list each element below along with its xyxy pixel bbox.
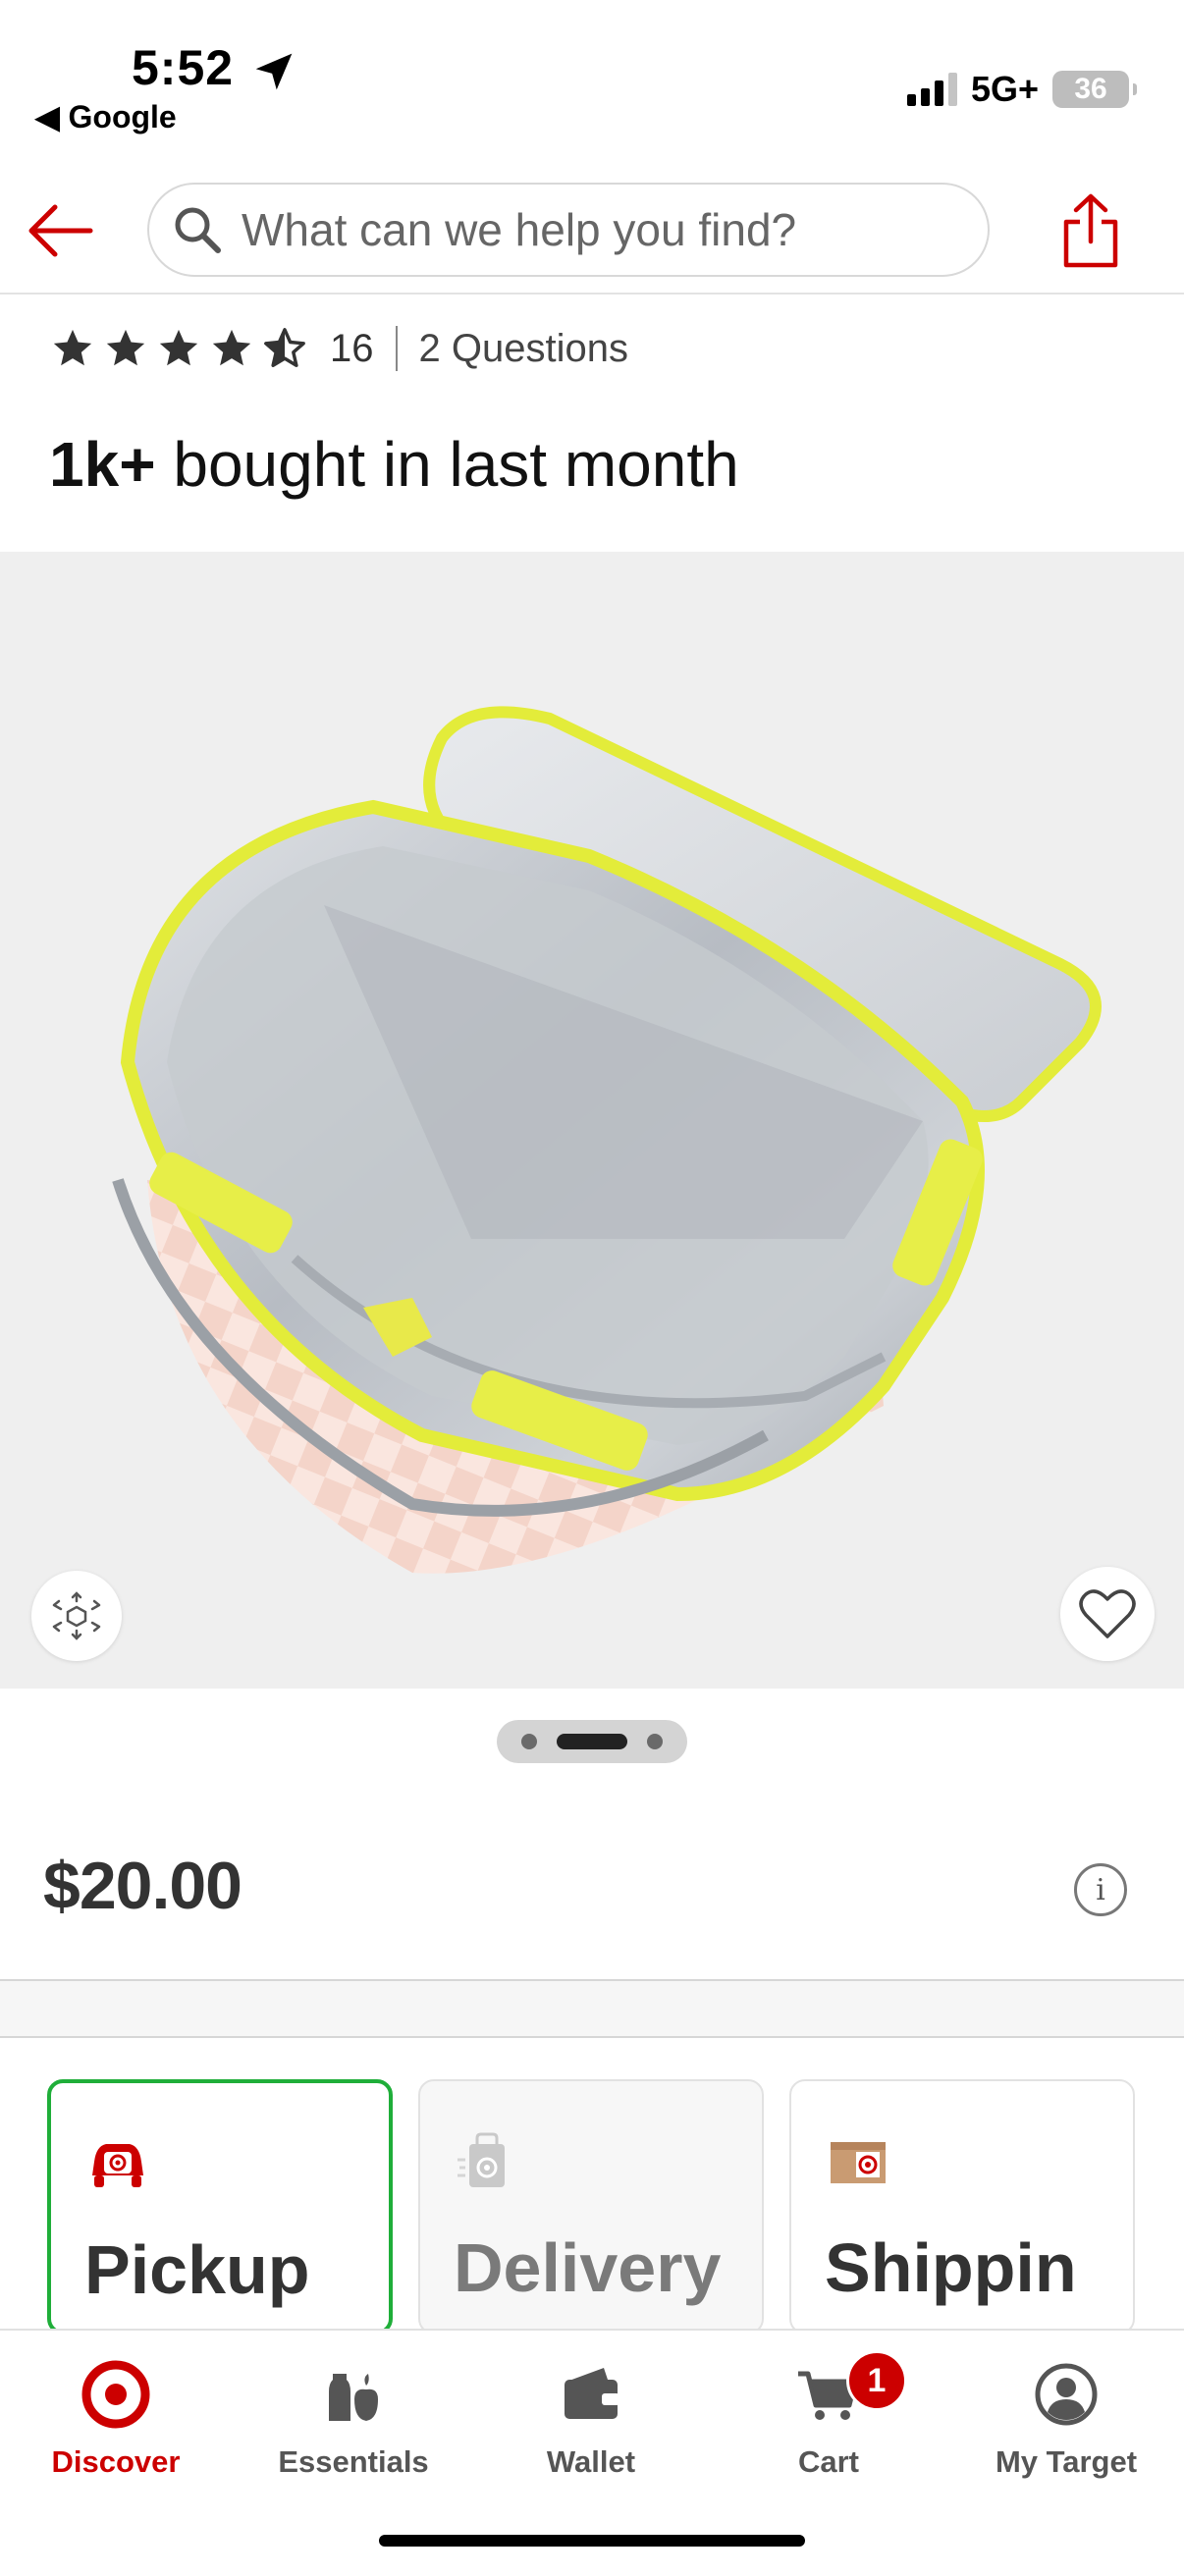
fulfillment-pickup-label: Pickup	[84, 2231, 310, 2308]
heart-icon	[1079, 1589, 1136, 1638]
cart-count-badge: 1	[846, 2350, 907, 2411]
target-logo-icon	[81, 2360, 150, 2429]
fulfillment-delivery-card[interactable]: Delivery	[418, 2079, 764, 2334]
tab-wallet[interactable]: Wallet	[483, 2360, 699, 2480]
share-icon	[1063, 193, 1118, 268]
tab-cart[interactable]: 1 Cart	[721, 2350, 937, 2480]
bought-count: 1k+	[49, 429, 156, 500]
cooler-basket-image	[112, 706, 1102, 1574]
star-full-icon	[106, 329, 145, 366]
star-full-icon	[159, 329, 198, 366]
pickup-car-icon	[92, 2144, 143, 2187]
rating-separator	[395, 326, 398, 371]
fulfillment-delivery-label: Delivery	[454, 2229, 722, 2306]
price-info-button[interactable]: i	[1074, 1863, 1127, 1916]
shipping-box-icon	[831, 2142, 886, 2183]
fulfillment-shipping-card[interactable]: Shippin	[789, 2079, 1135, 2334]
product-image[interactable]	[0, 552, 1184, 1689]
rating-row[interactable]: 16 2 Questions	[49, 326, 628, 371]
tab-discover-label: Discover	[51, 2444, 181, 2479]
carousel-dot-active[interactable]	[557, 1734, 627, 1749]
info-icon: i	[1096, 1872, 1105, 1907]
search-input[interactable]: What can we help you find?	[147, 183, 990, 277]
arrow-left-icon	[28, 204, 93, 257]
bought-last-month: 1k+ bought in last month	[49, 428, 739, 501]
tab-my-target[interactable]: My Target	[958, 2360, 1174, 2480]
star-half-icon	[264, 328, 305, 367]
header-divider	[0, 293, 1184, 295]
tab-discover[interactable]: Discover	[8, 2360, 224, 2480]
cell-signal-icon	[906, 73, 957, 106]
star-full-icon	[53, 329, 92, 366]
essentials-icon	[329, 2374, 378, 2421]
wallet-icon	[565, 2368, 619, 2419]
questions-link[interactable]: 2 Questions	[419, 327, 628, 371]
section-divider	[0, 1979, 1184, 2038]
bought-text: bought in last month	[155, 429, 739, 500]
search-icon	[175, 207, 221, 253]
tab-wallet-label: Wallet	[546, 2444, 636, 2479]
network-label: 5G+	[970, 69, 1039, 109]
battery-icon: 36	[1052, 71, 1137, 108]
fulfillment-shipping-label: Shippin	[825, 2229, 1077, 2306]
rating-count: 16	[330, 326, 374, 370]
search-placeholder: What can we help you find?	[242, 204, 797, 255]
status-time-text: 5:52	[132, 40, 235, 95]
status-indicators: 5G+ 36	[906, 69, 1137, 110]
home-indicator[interactable]	[379, 2535, 805, 2547]
delivery-bag-icon	[457, 2132, 505, 2187]
battery-level: 36	[1074, 73, 1107, 105]
tab-cart-label: Cart	[797, 2444, 859, 2479]
back-arrow-button[interactable]	[22, 196, 100, 265]
status-time: 5:52	[132, 39, 296, 96]
product-price: $20.00	[43, 1849, 242, 1923]
fulfillment-pickup-card[interactable]: Pickup	[47, 2079, 393, 2334]
3d-view-icon	[52, 1591, 101, 1640]
tab-essentials-label: Essentials	[278, 2444, 429, 2479]
star-rating	[49, 326, 308, 371]
carousel-dot[interactable]	[521, 1734, 537, 1749]
back-to-google[interactable]: ◀ Google	[35, 98, 177, 135]
tab-my-target-label: My Target	[995, 2444, 1138, 2479]
ar-view-button[interactable]	[31, 1571, 122, 1661]
tab-essentials[interactable]: Essentials	[245, 2360, 461, 2480]
star-full-icon	[212, 329, 251, 366]
account-icon	[1035, 2363, 1098, 2426]
location-arrow-icon	[255, 53, 293, 90]
carousel-dot[interactable]	[647, 1734, 663, 1749]
share-button[interactable]	[1056, 190, 1125, 271]
favorite-button[interactable]	[1060, 1567, 1155, 1661]
image-carousel-indicator[interactable]	[497, 1720, 687, 1763]
